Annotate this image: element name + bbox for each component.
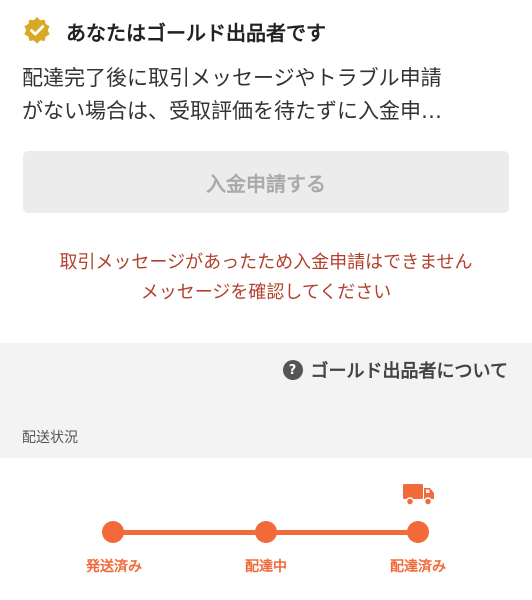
step-label-in-transit: 配達中 (245, 559, 287, 575)
description-line-1: 配達完了後に取引メッセージやトラブル申請 (22, 66, 442, 90)
payout-warning-message: 取引メッセージがあったため入金申請はできません メッセージを確認してください (0, 248, 532, 308)
step-label-shipped: 発送済み (86, 559, 142, 575)
step-dot-in-transit (255, 521, 277, 543)
shipping-progress-tracker: 発送済み 配達中 配達済み (0, 458, 532, 600)
about-gold-seller-link[interactable]: ? ゴールド出品者について (282, 357, 508, 383)
gold-seller-header: あなたはゴールド出品者です (22, 16, 326, 46)
step-dot-delivered (407, 521, 429, 543)
help-icon: ? (282, 360, 303, 380)
truck-icon (403, 484, 434, 506)
gold-seller-title: あなたはゴールド出品者です (66, 20, 326, 45)
apply-payout-button[interactable]: 入金申請する (23, 151, 509, 213)
shipping-status-label: 配送状況 (22, 430, 78, 446)
about-gold-seller-label: ゴールド出品者について (310, 361, 508, 382)
warning-line-2: メッセージを確認してください (140, 282, 392, 303)
step-dot-shipped (102, 521, 124, 543)
warning-line-1: 取引メッセージがあったため入金申請はできません (59, 252, 473, 273)
gold-seller-card: あなたはゴールド出品者です 配達完了後に取引メッセージやトラブル申請 がない場合… (0, 0, 532, 343)
verified-badge-icon (24, 17, 50, 44)
step-label-delivered: 配達済み (390, 559, 446, 575)
description-line-2: がない場合は、受取評価を待たずに入金申… (22, 99, 442, 123)
gold-seller-description: 配達完了後に取引メッセージやトラブル申請 がない場合は、受取評価を待たずに入金申… (22, 62, 510, 128)
